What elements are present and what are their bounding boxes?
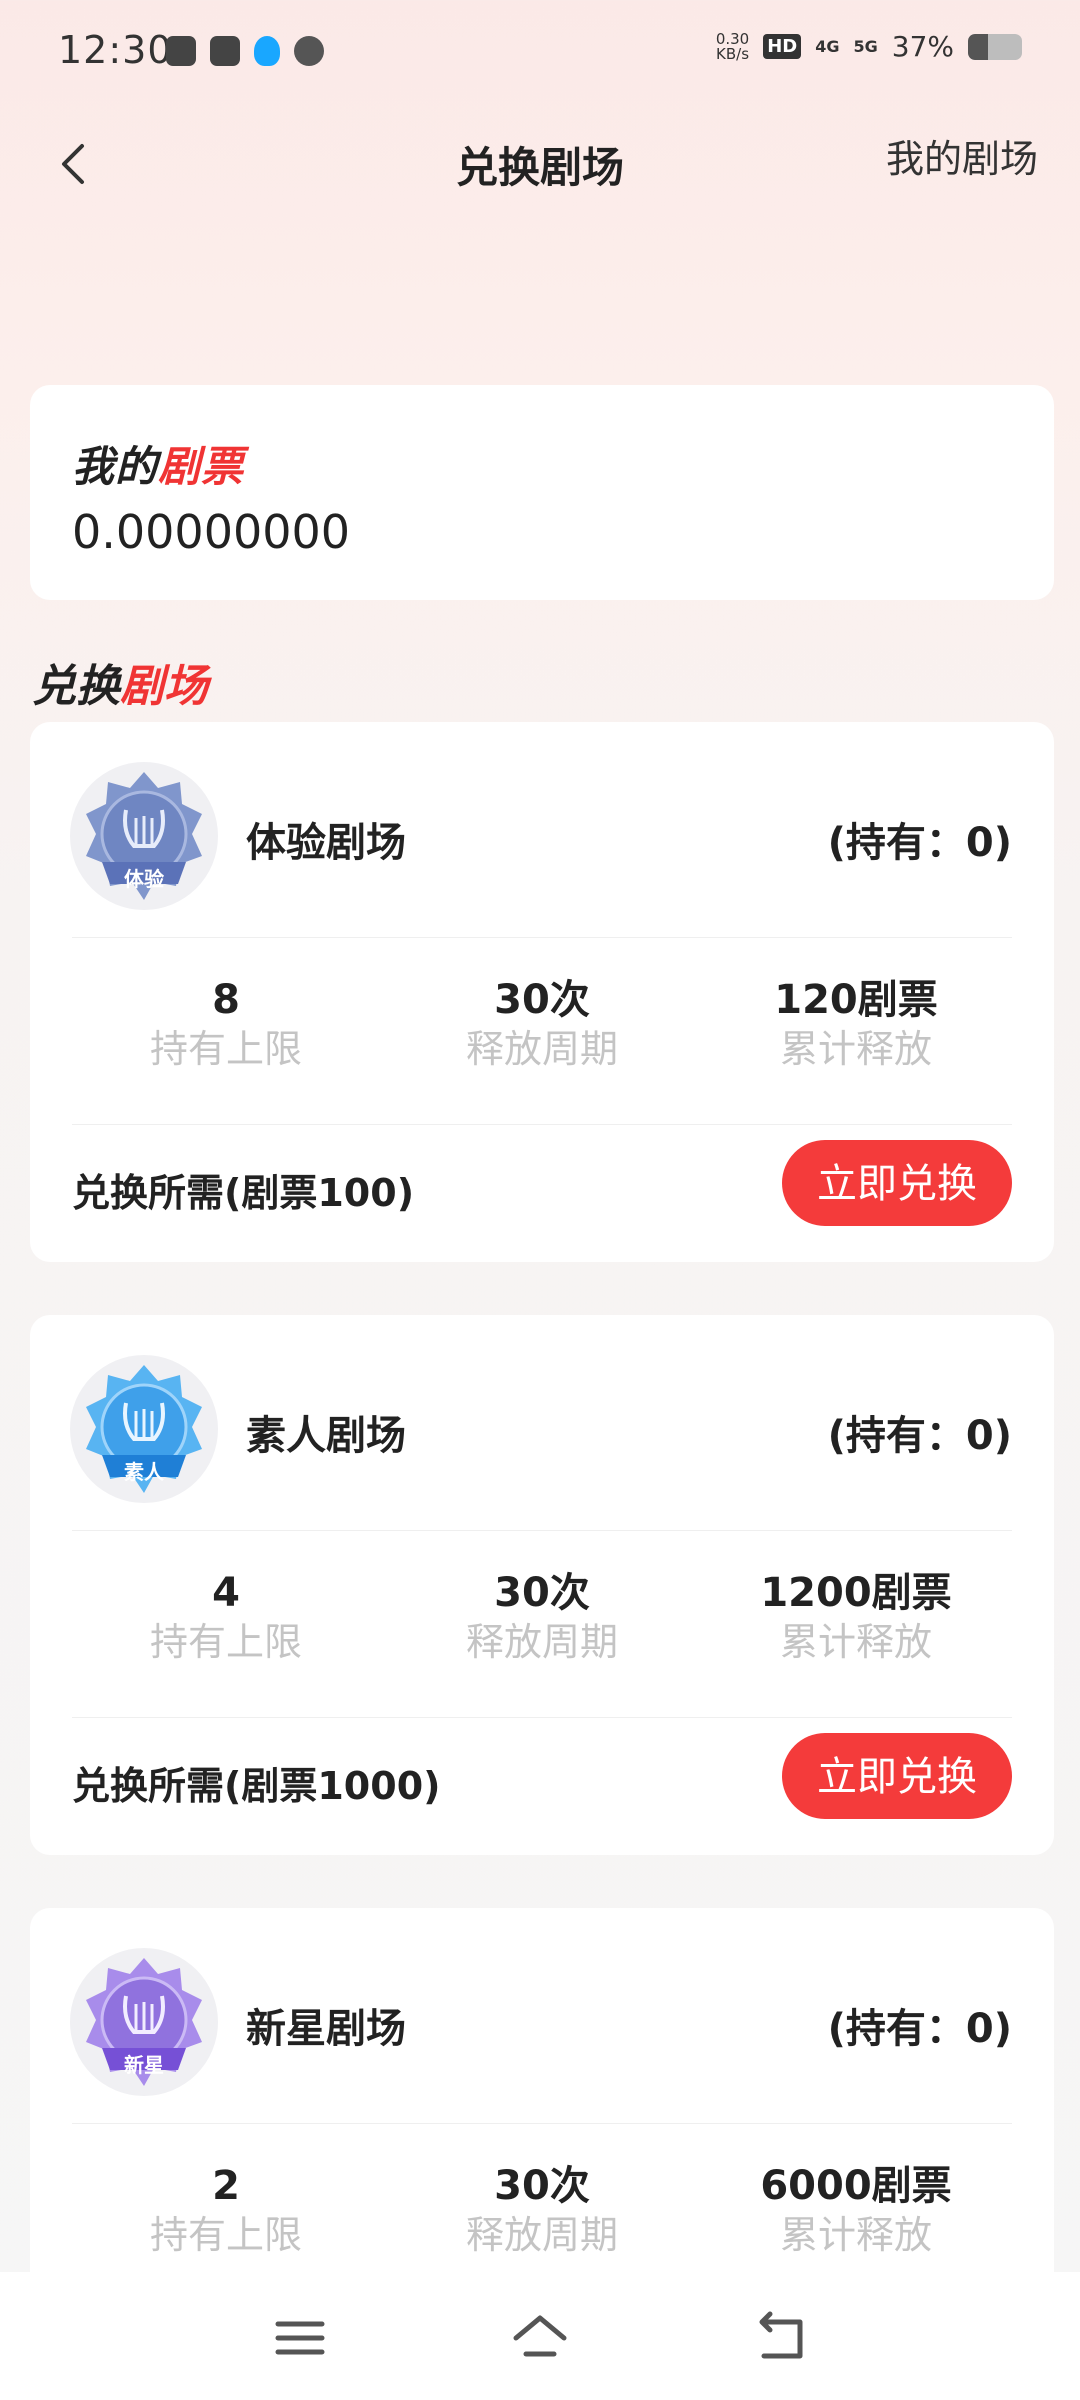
- stat-release-cycle: 30次 释放周期: [465, 1570, 618, 1664]
- signal-4g-icon: 4G: [815, 37, 840, 56]
- theater-name: 新星剧场: [246, 2006, 406, 2052]
- my-tickets-value: 0.00000000: [72, 505, 351, 559]
- battery-icon: [968, 33, 1022, 60]
- theater-holding: (持有：0): [827, 1413, 1012, 1459]
- stat-hold-limit: 4 持有上限: [149, 1570, 302, 1664]
- exchange-requirement: 兑换所需(剧票1000): [72, 1764, 441, 1808]
- menu-icon: [275, 2321, 325, 2355]
- my-tickets-label: 我的剧票: [72, 442, 245, 491]
- divider: [72, 1124, 1012, 1125]
- exchange-now-button[interactable]: 立即兑换: [782, 1733, 1012, 1819]
- menu-button[interactable]: [270, 2308, 330, 2368]
- theater-holding: (持有：0): [827, 820, 1012, 866]
- notification-icons: [166, 36, 324, 66]
- return-icon: [759, 2311, 803, 2359]
- divider: [72, 1717, 1012, 1718]
- stat-total-release: 120剧票 累计释放: [774, 977, 938, 1071]
- app-notification-icon: [166, 36, 196, 66]
- signal-5g-icon: 5G: [853, 37, 878, 56]
- battery-fill: [968, 33, 988, 60]
- qq-notification-icon: [254, 36, 280, 66]
- system-back-button[interactable]: [750, 2308, 810, 2368]
- badge-label: 素人: [124, 1460, 164, 1484]
- stat-hold-limit: 2 持有上限: [149, 2163, 302, 2257]
- network-speed: 0.30 KB/s: [715, 29, 750, 63]
- theater-name: 体验剧场: [246, 820, 406, 866]
- stat-hold-limit: 8 持有上限: [149, 977, 302, 1071]
- status-bar: 12:30 0.30 KB/s HD 4G 5G 37%: [0, 0, 1080, 110]
- theater-card: 体验 体验剧场 (持有：0) 8 持有上限 30次 释放周期 120剧票 累计释…: [30, 722, 1054, 1262]
- divider: [72, 937, 1012, 938]
- my-tickets-card: 我的剧票 0.00000000: [30, 385, 1054, 600]
- exchange-now-button[interactable]: 立即兑换: [782, 1140, 1012, 1226]
- divider: [72, 2123, 1012, 2124]
- status-time: 12:30: [58, 28, 173, 72]
- divider: [72, 1530, 1012, 1531]
- hd-badge-icon: HD: [763, 34, 802, 59]
- system-status-icons: 0.30 KB/s HD 4G 5G 37%: [716, 30, 1022, 63]
- stat-total-release: 6000剧票 累计释放: [760, 2163, 952, 2257]
- app-notification-icon: [210, 36, 240, 66]
- stat-release-cycle: 30次 释放周期: [465, 977, 618, 1071]
- theater-badge: 新星: [70, 1948, 218, 2096]
- theater-name: 素人剧场: [246, 1413, 406, 1459]
- battery-percent: 37%: [891, 30, 954, 63]
- home-icon: [513, 2315, 567, 2357]
- message-notification-icon: [294, 36, 324, 66]
- theater-card: 素人 素人剧场 (持有：0) 4 持有上限 30次 释放周期 1200剧票 累计…: [30, 1315, 1054, 1855]
- stat-release-cycle: 30次 释放周期: [465, 2163, 618, 2257]
- theater-badge: 素人: [70, 1355, 218, 1503]
- exchange-requirement: 兑换所需(剧票100): [72, 1171, 415, 1215]
- section-title: 兑换剧场: [32, 661, 208, 712]
- nav-bar: 兑换剧场 我的剧场: [0, 110, 1080, 220]
- theater-holding: (持有：0): [827, 2006, 1012, 2052]
- badge-label: 新星: [124, 2053, 164, 2077]
- home-button[interactable]: [510, 2308, 570, 2368]
- theater-badge: 体验: [70, 762, 218, 910]
- badge-label: 体验: [124, 867, 164, 891]
- stat-total-release: 1200剧票 累计释放: [760, 1570, 952, 1664]
- my-theater-link[interactable]: 我的剧场: [886, 128, 1038, 183]
- system-nav-bar: [0, 2272, 1080, 2400]
